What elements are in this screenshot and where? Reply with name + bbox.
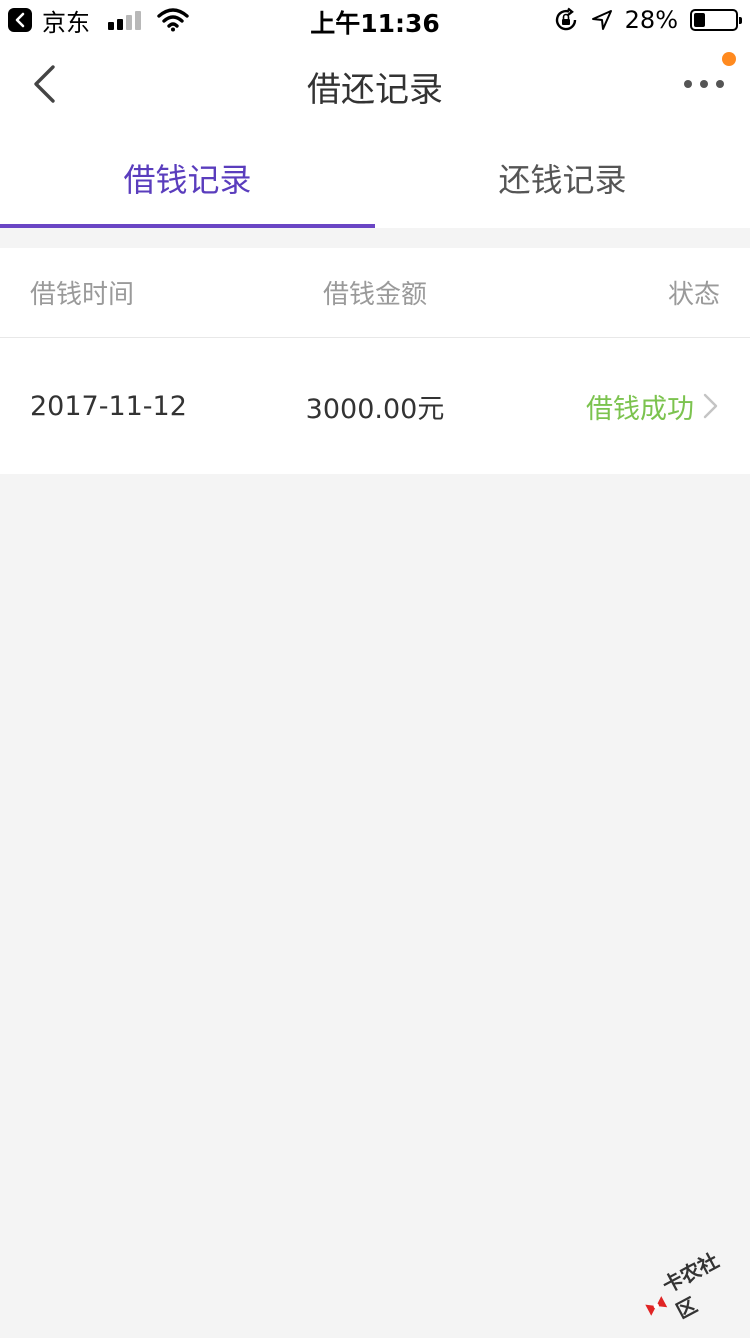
chevron-right-icon [703, 393, 718, 419]
navigation-bar: 借还记录 [0, 40, 750, 128]
battery-percent: 28% [624, 6, 678, 34]
page-title: 借还记录 [307, 70, 443, 110]
notification-dot [722, 52, 736, 66]
table-header: 借钱时间 借钱金额 状态 [0, 248, 750, 338]
tab-repay-records[interactable]: 还钱记录 [375, 128, 750, 228]
table-row[interactable]: 2017-11-12 3000.00元 借钱成功 [0, 338, 750, 474]
header-borrow-amount: 借钱金额 [322, 280, 427, 310]
row-status[interactable]: 借钱成功 [586, 338, 720, 474]
record-tabs: 借钱记录 还钱记录 [0, 128, 750, 228]
more-button[interactable] [682, 52, 736, 104]
more-dots-icon [684, 80, 724, 88]
status-badge: 借钱成功 [586, 393, 694, 425]
tab-borrow-records[interactable]: 借钱记录 [0, 128, 375, 228]
header-status: 状态 [667, 280, 720, 310]
status-bar-right: 28% [553, 6, 742, 34]
watermark: 卡农社区 [632, 1238, 748, 1338]
status-bar: 京东 上午11:36 28% [0, 0, 750, 40]
rotation-lock-icon [555, 7, 576, 31]
battery-icon [690, 9, 742, 31]
battery-level-fill [694, 13, 706, 27]
location-arrow-icon [591, 10, 612, 30]
